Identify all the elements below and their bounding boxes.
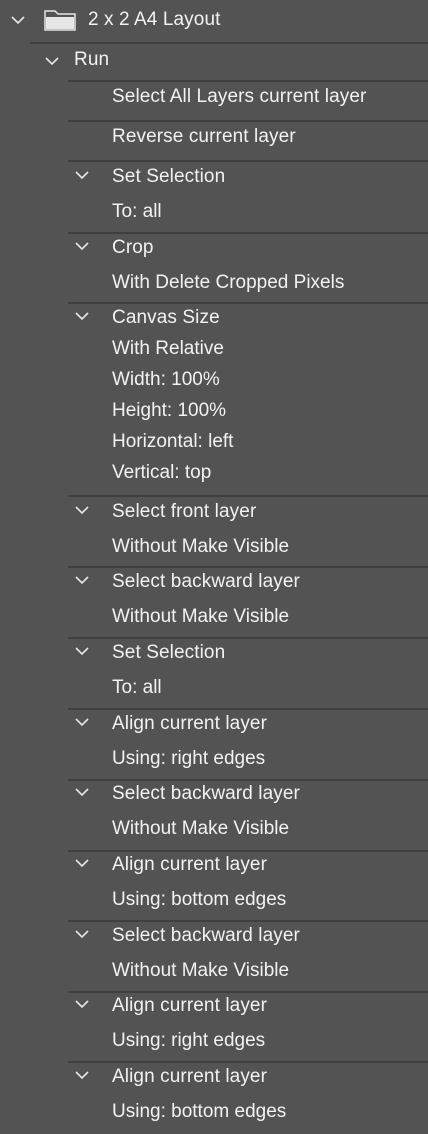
action-set-name: 2 x 2 A4 Layout: [88, 9, 221, 30]
step-title: Select front layer: [112, 501, 257, 522]
step-detail: With Delete Cropped Pixels: [112, 272, 345, 293]
divider: [68, 779, 428, 781]
step-title: Set Selection: [112, 166, 226, 187]
chevron-down-icon[interactable]: [74, 310, 90, 322]
chevron-down-icon[interactable]: [74, 998, 90, 1010]
step-detail: Without Make Visible: [112, 606, 290, 627]
chevron-down-icon[interactable]: [44, 55, 60, 67]
actions-panel: 2 x 2 A4 Layout Run Select All Layers cu…: [0, 0, 428, 1134]
step-detail: Without Make Visible: [112, 818, 290, 839]
step-detail: Horizontal: left: [112, 431, 234, 452]
chevron-down-icon[interactable]: [74, 786, 90, 798]
step-detail: Width: 100%: [112, 369, 220, 390]
action-set-row[interactable]: 2 x 2 A4 Layout: [0, 0, 428, 42]
chevron-down-icon[interactable]: [74, 504, 90, 516]
chevron-down-icon[interactable]: [10, 14, 26, 26]
step-title: Select backward layer: [112, 925, 300, 946]
action-row[interactable]: Run: [0, 44, 428, 82]
divider: [68, 232, 428, 234]
step-title: Select backward layer: [112, 571, 300, 592]
chevron-down-icon[interactable]: [74, 857, 90, 869]
step-title: Align current layer: [112, 995, 268, 1016]
divider: [68, 160, 428, 162]
step-detail: Vertical: top: [112, 462, 212, 483]
step-title: Select backward layer: [112, 783, 300, 804]
step-detail: Without Make Visible: [112, 960, 290, 981]
action-name: Run: [74, 49, 110, 70]
step-title: Reverse current layer: [112, 126, 296, 147]
chevron-down-icon[interactable]: [74, 240, 90, 252]
step-detail: To: all: [112, 677, 162, 698]
divider: [68, 302, 428, 304]
step-title: Canvas Size: [112, 307, 220, 328]
folder-icon: [44, 8, 76, 32]
step-detail: To: all: [112, 201, 162, 222]
step-title: Crop: [112, 237, 154, 258]
step-detail: Using: bottom edges: [112, 1101, 287, 1122]
divider: [68, 1061, 428, 1063]
step-detail: Using: bottom edges: [112, 889, 287, 910]
divider: [68, 991, 428, 993]
step-title: Align current layer: [112, 854, 268, 875]
chevron-down-icon[interactable]: [74, 1069, 90, 1081]
step-detail: With Relative: [112, 338, 224, 359]
chevron-down-icon[interactable]: [74, 574, 90, 586]
chevron-down-icon[interactable]: [74, 928, 90, 940]
step-title: Select All Layers current layer: [112, 86, 367, 107]
chevron-down-icon[interactable]: [74, 716, 90, 728]
divider: [68, 120, 428, 122]
step-detail: Using: right edges: [112, 1030, 266, 1051]
divider: [68, 637, 428, 639]
step-detail: Using: right edges: [112, 748, 266, 769]
step-detail: Without Make Visible: [112, 536, 290, 557]
divider: [68, 495, 428, 497]
divider: [68, 708, 428, 710]
step-detail: Height: 100%: [112, 400, 227, 421]
chevron-down-icon[interactable]: [74, 169, 90, 181]
step-title: Align current layer: [112, 1066, 268, 1087]
chevron-down-icon[interactable]: [74, 645, 90, 657]
divider: [68, 80, 428, 82]
divider: [68, 850, 428, 852]
step-title: Set Selection: [112, 642, 226, 663]
divider: [68, 566, 428, 568]
divider: [68, 920, 428, 922]
step-title: Align current layer: [112, 713, 268, 734]
